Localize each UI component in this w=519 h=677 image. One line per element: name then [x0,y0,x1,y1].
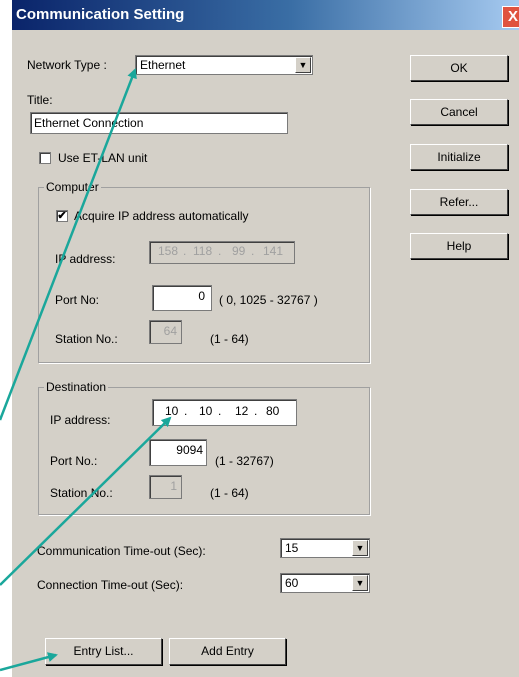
annotation-arrow-entry-list [0,652,58,672]
annotation-arrow-network-type [0,68,137,421]
annotation-arrow-ip-address [0,416,172,586]
annotation-arrows [0,68,172,672]
